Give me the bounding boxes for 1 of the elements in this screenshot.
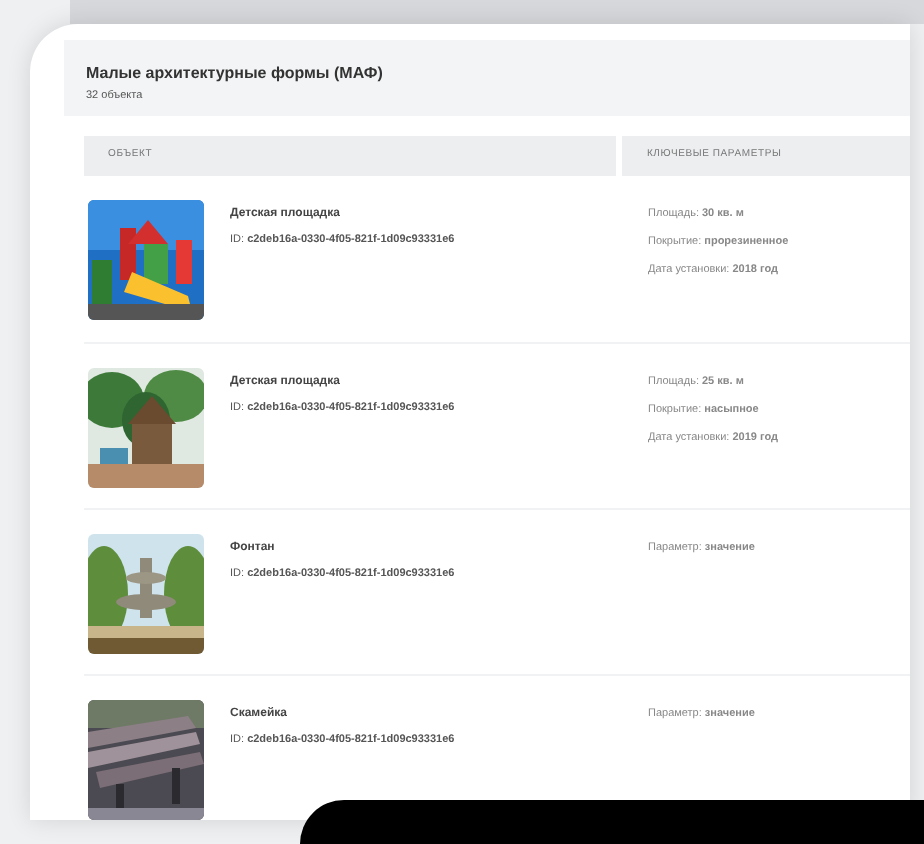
section-title: Малые архитектурные формы (МАФ) <box>86 64 383 84</box>
